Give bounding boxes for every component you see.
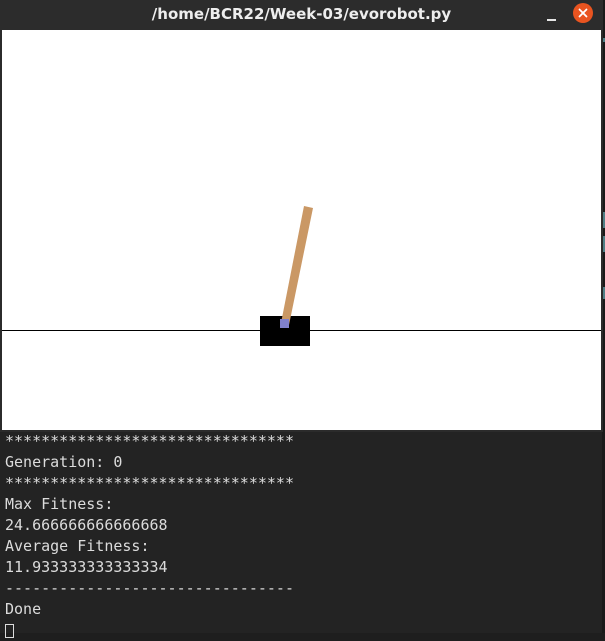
terminal-line-max-fitness-value: 24.666666666666668 — [5, 516, 168, 534]
window-title: /home/BCR22/Week-03/evorobot.py — [151, 5, 452, 23]
terminal-prompt[interactable] — [5, 620, 595, 641]
close-button[interactable] — [573, 3, 593, 23]
close-icon — [578, 8, 588, 18]
terminal-output: ******************************** Generat… — [5, 431, 595, 641]
terminal-line-average-fitness-value: 11.933333333333334 — [5, 558, 168, 576]
evorobot-window[interactable]: /home/BCR22/Week-03/evorobot.py — [0, 0, 603, 432]
minimize-button[interactable] — [544, 8, 560, 24]
window-titlebar[interactable]: /home/BCR22/Week-03/evorobot.py — [0, 0, 603, 30]
terminal-line-average-fitness-label: Average Fitness: — [5, 537, 150, 555]
terminal-cursor — [5, 623, 14, 638]
terminal-line-dash-separator: -------------------------------- — [5, 579, 294, 597]
pole-axle — [280, 319, 289, 328]
terminal-line-done: Done — [5, 600, 42, 618]
terminal-line-max-fitness-label: Max Fitness: — [5, 495, 114, 513]
terminal-line-separator: ******************************** — [5, 432, 294, 450]
terminal-line-generation: Generation: 0 — [5, 453, 123, 471]
cartpole-scene — [2, 30, 601, 430]
simulation-canvas[interactable] — [2, 30, 601, 430]
terminal-line-separator: ******************************** — [5, 474, 294, 492]
